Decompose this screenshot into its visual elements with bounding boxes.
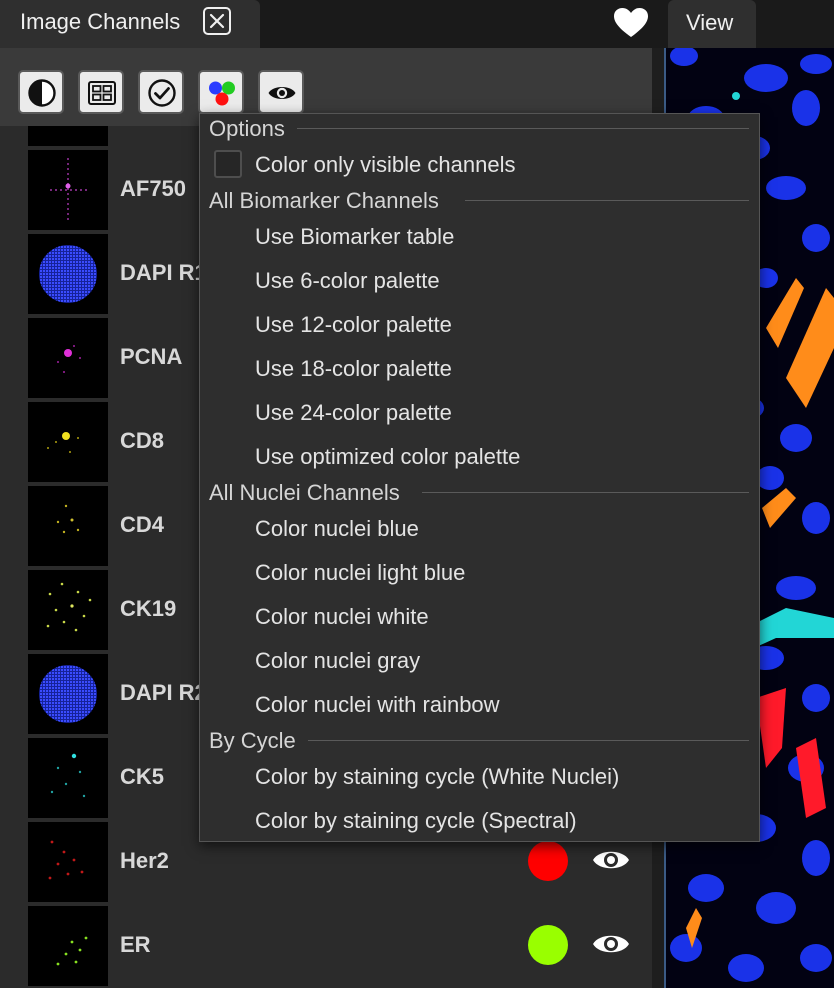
eye-icon: [268, 87, 296, 99]
menu-section-options: Options: [209, 116, 285, 141]
panel-title: Image Channels: [20, 9, 181, 34]
top-bar: Image Channels View: [0, 0, 834, 48]
close-icon[interactable]: [203, 7, 231, 35]
menu-item-18-color[interactable]: Use 18-color palette: [255, 356, 452, 382]
channel-label: DAPI R2: [120, 680, 207, 705]
menu-item-nuclei-white[interactable]: Color nuclei white: [255, 604, 429, 630]
color-options-menu[interactable]: Options Color only visible channels All …: [199, 113, 760, 842]
menu-item-cycle-spectral[interactable]: Color by staining cycle (Spectral): [255, 808, 577, 834]
menu-item-nuclei-light-blue[interactable]: Color nuclei light blue: [255, 560, 465, 586]
menu-item-12-color[interactable]: Use 12-color palette: [255, 312, 452, 338]
channel-row-er[interactable]: ER: [0, 906, 652, 988]
grid-layout-icon: [88, 81, 116, 105]
channel-color-swatch[interactable]: [528, 841, 568, 881]
menu-item-6-color[interactable]: Use 6-color palette: [255, 268, 440, 294]
image-channels-tab[interactable]: Image Channels: [0, 0, 260, 48]
menu-item-biomarker-table[interactable]: Use Biomarker table: [255, 224, 454, 250]
menu-section-biomarker: All Biomarker Channels: [209, 188, 439, 213]
eye-icon[interactable]: [592, 846, 630, 879]
channel-thumbnail: [28, 126, 108, 146]
menu-divider: [297, 128, 749, 129]
channel-thumbnail: [28, 906, 108, 986]
menu-divider: [465, 200, 749, 201]
menu-item-optimized[interactable]: Use optimized color palette: [255, 444, 520, 470]
menu-section-nuclei: All Nuclei Channels: [209, 480, 400, 505]
contrast-button[interactable]: [18, 70, 64, 114]
check-circle-icon: [148, 79, 176, 107]
channel-thumbnail: [28, 318, 108, 398]
color-visible-only-label[interactable]: Color only visible channels: [255, 152, 515, 178]
check-button[interactable]: [138, 70, 184, 114]
channel-thumbnail: [28, 570, 108, 650]
eye-icon[interactable]: [592, 930, 630, 963]
channel-label: CD8: [120, 428, 165, 453]
menu-item-nuclei-rainbow[interactable]: Color nuclei with rainbow: [255, 692, 500, 718]
menu-divider: [308, 740, 749, 741]
channel-thumbnail: [28, 402, 108, 482]
channel-label: CK5: [120, 764, 165, 789]
menu-item-24-color[interactable]: Use 24-color palette: [255, 400, 452, 426]
channel-thumbnail: [28, 822, 108, 902]
channel-thumbnail: [28, 654, 108, 734]
menu-item-nuclei-gray[interactable]: Color nuclei gray: [255, 648, 420, 674]
channel-label: DAPI R1: [120, 260, 207, 285]
color-palette-button[interactable]: [198, 70, 244, 114]
heart-icon[interactable]: [613, 7, 649, 44]
menu-divider: [422, 492, 749, 493]
channel-thumbnail: [28, 150, 108, 230]
channel-label: CD4: [120, 512, 165, 537]
color-dots-icon: [209, 81, 235, 106]
menu-section-cycle: By Cycle: [209, 728, 296, 753]
menu-item-cycle-white-nuclei[interactable]: Color by staining cycle (White Nuclei): [255, 764, 619, 790]
color-visible-only-checkbox[interactable]: [214, 150, 242, 178]
channel-thumbnail: [28, 486, 108, 566]
channel-thumbnail: [28, 234, 108, 314]
channel-thumbnail: [28, 738, 108, 818]
channel-label: AF750: [120, 176, 187, 201]
channel-color-swatch[interactable]: [528, 925, 568, 965]
contrast-icon: [28, 79, 56, 107]
visibility-button[interactable]: [258, 70, 304, 114]
channel-label: PCNA: [120, 344, 183, 369]
grid-layout-button[interactable]: [78, 70, 124, 114]
view-tab[interactable]: View: [668, 0, 756, 48]
menu-item-nuclei-blue[interactable]: Color nuclei blue: [255, 516, 419, 542]
view-tab-label: View: [686, 10, 734, 35]
channel-label: CK19: [120, 596, 177, 621]
channel-label: Her2: [120, 848, 169, 873]
channel-label: ER: [120, 932, 151, 957]
